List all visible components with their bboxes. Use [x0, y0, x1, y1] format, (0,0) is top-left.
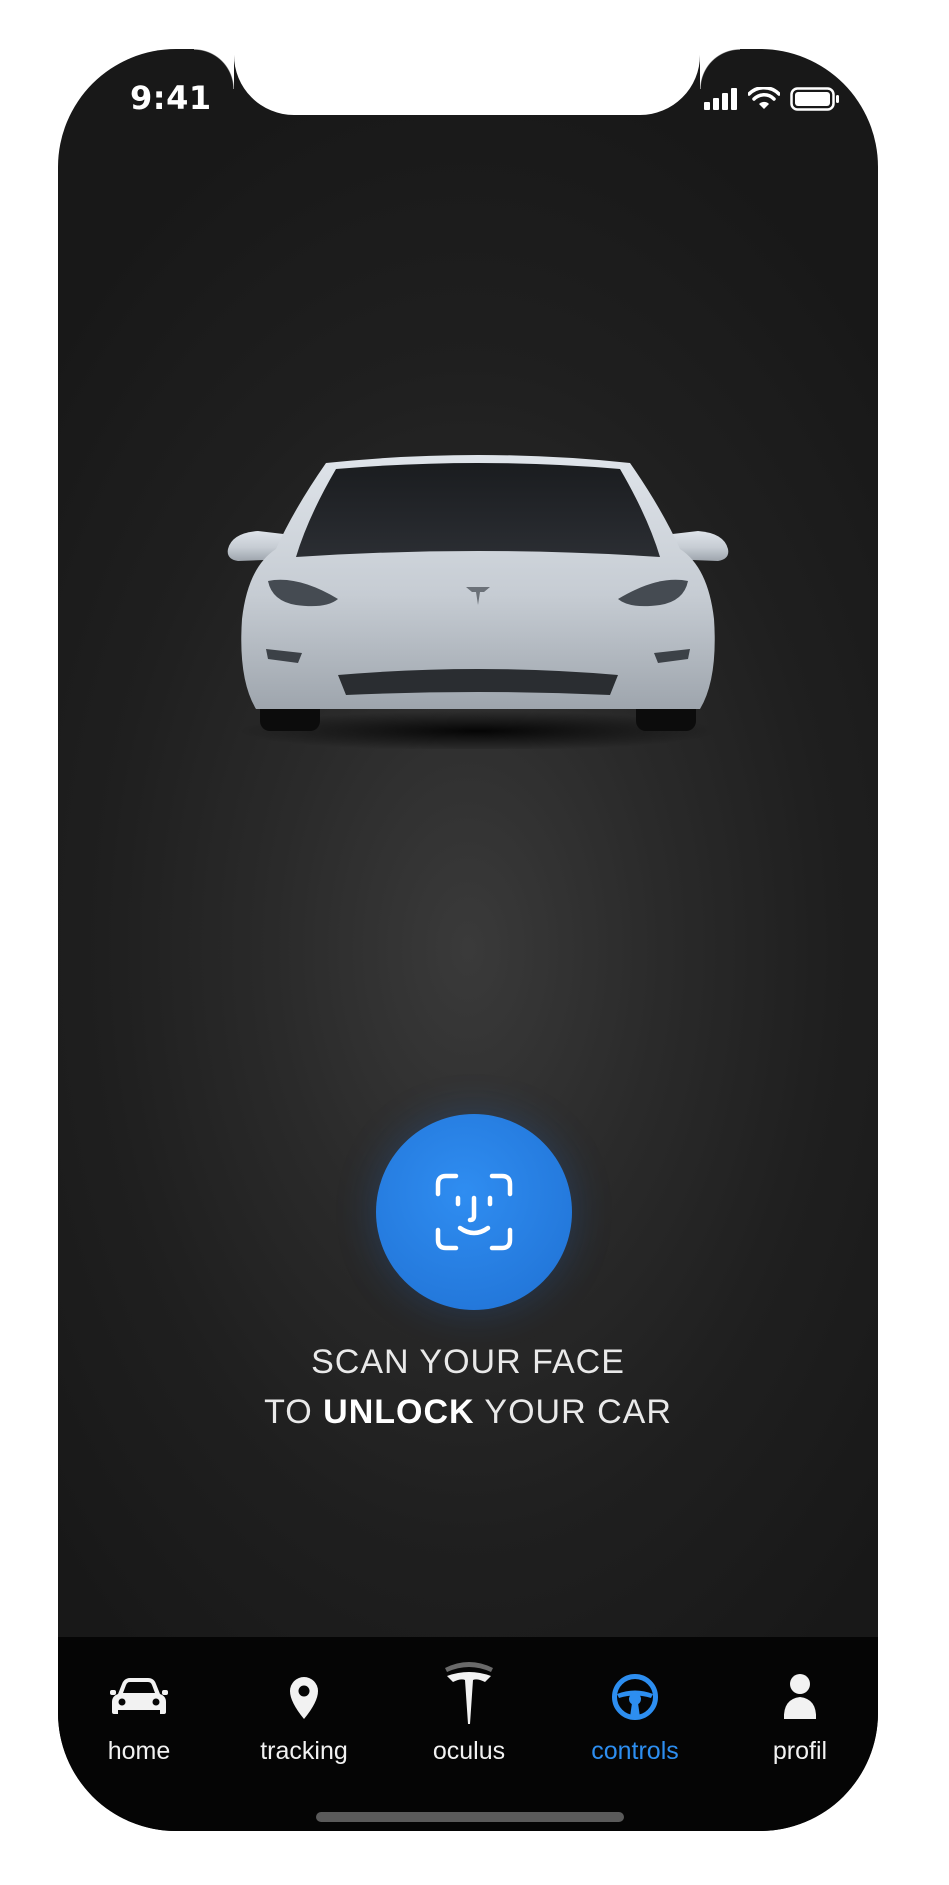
tab-tracking-label: tracking — [260, 1737, 348, 1765]
phone-screen: 9:41 SCAN YOUR FACE TO UNLOCK YOUR CAR h… — [58, 49, 878, 1831]
tab-profil-label: profil — [772, 1737, 828, 1765]
car-icon — [110, 1678, 168, 1714]
signal-icon — [704, 88, 737, 110]
tab-controls-label: controls — [591, 1737, 679, 1765]
notch — [194, 49, 740, 115]
home-indicator[interactable] — [316, 1812, 624, 1822]
tab-home-label: home — [107, 1737, 171, 1765]
location-pin-icon — [290, 1677, 318, 1719]
steering-wheel-icon — [612, 1674, 658, 1720]
face-scan-button[interactable] — [376, 1114, 572, 1310]
face-id-icon — [435, 1173, 513, 1251]
tab-profil[interactable]: profil — [720, 1637, 878, 1797]
tab-oculus-label: oculus — [432, 1737, 506, 1765]
status-time: 9:41 — [130, 79, 212, 117]
status-icons — [704, 85, 840, 113]
tab-home[interactable]: home — [59, 1637, 219, 1797]
battery-icon — [790, 87, 839, 111]
person-icon — [783, 1674, 817, 1719]
scan-text-prefix: TO — [264, 1393, 324, 1431]
tab-tracking[interactable]: tracking — [224, 1637, 384, 1797]
tab-oculus[interactable]: oculus — [389, 1637, 549, 1797]
tesla-logo-icon — [445, 1662, 493, 1724]
scan-text-unlock: UNLOCK — [323, 1393, 475, 1431]
car-image — [227, 455, 729, 749]
scan-instruction-line1: SCAN YOUR FACE — [311, 1343, 625, 1381]
wifi-icon — [748, 87, 780, 109]
tab-controls[interactable]: controls — [555, 1637, 715, 1797]
tab-bar: home tracking oculus controls profil — [58, 1637, 878, 1831]
scan-instruction-line2: TO UNLOCK YOUR CAR — [58, 1387, 878, 1437]
scan-text-suffix: YOUR CAR — [474, 1393, 672, 1431]
